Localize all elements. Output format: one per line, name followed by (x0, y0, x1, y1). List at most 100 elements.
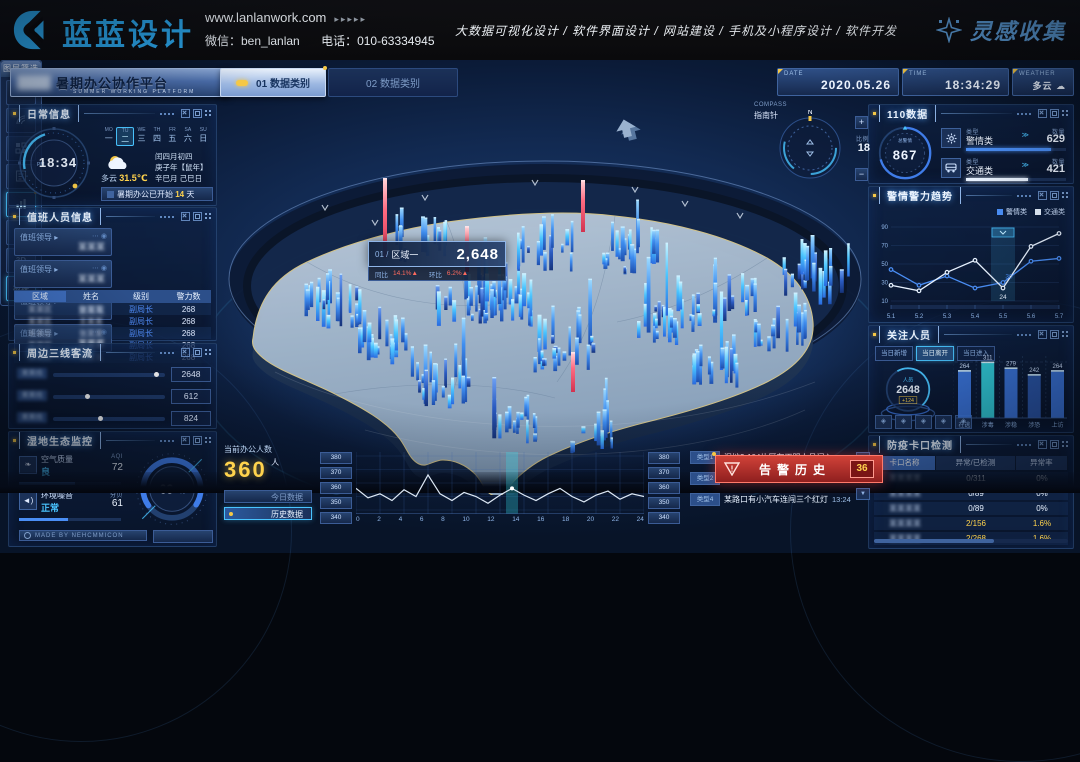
x-tick[interactable]: 4 (399, 516, 403, 523)
grid-icon[interactable] (205, 349, 212, 356)
flow-row[interactable]: 某某线824 (13, 409, 212, 431)
grid-icon[interactable] (1062, 441, 1069, 448)
more-icon[interactable]: ⋯ ◉ (92, 264, 107, 272)
tab-data-category-2[interactable]: 02 数据类别 (328, 68, 458, 97)
cell[interactable]: 268 (166, 329, 211, 338)
window-icon[interactable] (1050, 440, 1059, 449)
cp-rate[interactable]: 0% (1016, 489, 1068, 498)
weekday[interactable]: SU日 (196, 127, 211, 146)
count-bar[interactable] (966, 148, 1066, 151)
col-header[interactable]: 区域 (14, 291, 66, 302)
metric-status[interactable]: 正常 (41, 501, 59, 514)
id-card-icon[interactable]: ◈ (935, 415, 952, 429)
x-tick[interactable]: 22 (612, 516, 619, 523)
focus-tab[interactable]: 当日离开 (916, 346, 954, 361)
weekday[interactable]: TU二 (116, 127, 133, 146)
person-icon[interactable]: ◈ (875, 415, 892, 429)
cell[interactable]: 张某某 (66, 304, 116, 315)
weekday-cn[interactable]: 日 (196, 133, 211, 144)
close-icon[interactable] (181, 348, 190, 357)
x-tick[interactable]: 10 (462, 516, 469, 523)
arrow-icon[interactable]: ≫ (1022, 161, 1029, 169)
x-tick[interactable]: 16 (537, 516, 544, 523)
cp-rate[interactable]: 0% (1016, 474, 1068, 483)
type-name[interactable]: 警情类 (966, 134, 993, 147)
flow-value[interactable]: 2648 (171, 367, 211, 382)
flow-endpoint[interactable] (154, 372, 159, 377)
duty-role[interactable]: 值班领导 ▸ (20, 264, 58, 275)
col-header[interactable]: 异常率 (1016, 456, 1068, 470)
window-icon[interactable] (193, 436, 202, 445)
yaxis-chip[interactable]: 360 (648, 482, 680, 494)
col-header[interactable]: 卡口名称 (874, 456, 936, 470)
weekday-cn[interactable]: 二 (117, 134, 132, 145)
checkpoint-row[interactable]: 某某某某0/890% (874, 502, 1068, 515)
cp-rate[interactable]: 0% (1016, 504, 1068, 513)
tab-data-category-1[interactable]: 01 数据类别 (220, 68, 326, 97)
flow-value[interactable]: 612 (171, 389, 211, 404)
legend-item[interactable]: 警情类 (997, 207, 1027, 217)
grid-icon[interactable] (1062, 192, 1069, 199)
col-header[interactable]: 警力数 (166, 291, 211, 302)
scrollbar-track[interactable] (874, 539, 1068, 543)
cp-name[interactable]: 某某某某 (874, 503, 936, 514)
legend-label[interactable]: 交通类 (1044, 207, 1065, 217)
duty-card[interactable]: 值班领导 ▸ ⋯ ◉某某某 (14, 228, 112, 256)
flow-label[interactable]: 某某线 (17, 368, 47, 379)
cell[interactable]: 某某区 (14, 328, 66, 339)
cp-name[interactable]: 某某某某 (874, 518, 936, 529)
window-icon[interactable] (1050, 191, 1059, 200)
yaxis-chip[interactable]: 370 (320, 467, 352, 479)
flow-endpoint[interactable] (85, 394, 90, 399)
checkpoint-row[interactable]: 某某某某0/3110% (874, 472, 1068, 485)
cell[interactable]: 张某某 (66, 328, 116, 339)
metric-unit[interactable]: AQI (111, 454, 123, 460)
yaxis-chip[interactable]: 340 (320, 512, 352, 524)
data110-row[interactable]: 类型交通类≫数量421 (941, 157, 1067, 187)
zoom-in-button[interactable]: + (855, 116, 868, 129)
yaxis-chip[interactable]: 340 (648, 512, 680, 524)
col-header[interactable]: 级别 (116, 291, 166, 302)
close-icon[interactable] (181, 109, 190, 118)
table-row[interactable]: 某某区张某某副局长268 (14, 303, 211, 315)
metric-name[interactable]: 空气质量 (41, 454, 73, 465)
duty-name[interactable]: 某某某 (78, 272, 105, 285)
window-icon[interactable] (193, 109, 202, 118)
zoom-out-button[interactable]: − (855, 168, 868, 181)
count-bar[interactable] (966, 178, 1066, 181)
eco-metric[interactable]: ◄)环境噪音正常分贝61 (19, 490, 125, 526)
count-value[interactable]: 629 (1047, 133, 1065, 145)
alert-type-badge[interactable]: 类型4 (690, 493, 720, 506)
metric-bar[interactable] (19, 518, 121, 521)
cell[interactable]: 某某区 (14, 316, 66, 327)
legend-item[interactable]: 交通类 (1035, 207, 1065, 217)
window-icon[interactable] (193, 212, 202, 221)
close-icon[interactable] (1038, 109, 1047, 118)
compass-dial[interactable]: N (774, 110, 846, 182)
alert-history-banner[interactable]: 告警历史 36 (715, 455, 883, 483)
alert-item[interactable]: 类型4某路口有小汽车连闯三个红灯13:24 (690, 492, 840, 507)
duty-role[interactable]: 值班领导 ▸ (20, 232, 58, 243)
duty-name[interactable]: 某某某 (78, 240, 105, 253)
weekday-cn[interactable]: 三 (134, 133, 149, 144)
speaker-icon[interactable]: ◄) (19, 492, 37, 510)
cell[interactable]: 副局长 (116, 304, 166, 315)
close-icon[interactable] (1038, 440, 1047, 449)
key-icon[interactable]: ◈ (895, 415, 912, 429)
table-row[interactable]: 某某区王某某副局长268 (14, 315, 211, 327)
table-row[interactable]: 某某区张某某副局长268 (14, 327, 211, 339)
cell[interactable]: 某某区 (14, 304, 66, 315)
count-value[interactable]: 421 (1047, 163, 1065, 175)
weekday-cn[interactable]: 四 (149, 133, 164, 144)
weekday[interactable]: SA六 (180, 127, 195, 146)
grid-icon[interactable] (205, 110, 212, 117)
grid-icon[interactable] (205, 437, 212, 444)
flow-row[interactable]: 某某线612 (13, 387, 212, 409)
arrow-icon[interactable]: ≫ (1022, 131, 1029, 139)
cell[interactable]: 268 (166, 305, 211, 314)
more-icon[interactable]: ⋯ ◉ (92, 232, 107, 240)
close-icon[interactable] (181, 436, 190, 445)
cp-name[interactable]: 某某某某 (874, 473, 936, 484)
x-tick[interactable]: 0 (356, 516, 360, 523)
x-tick[interactable]: 24 (637, 516, 644, 523)
